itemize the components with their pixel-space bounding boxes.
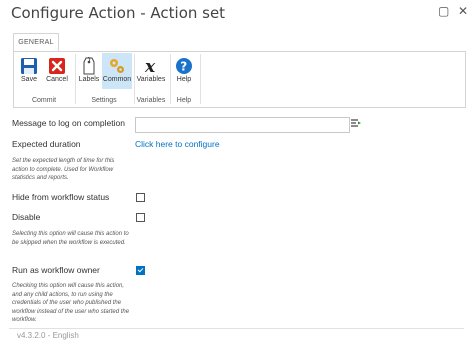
version-text: v4.3.2.0 - English — [17, 331, 79, 340]
close-button[interactable]: ✕ — [458, 4, 468, 18]
cancel-label: Cancel — [46, 76, 68, 83]
help-label: Help — [176, 76, 192, 83]
maximize-button[interactable]: ▢ — [438, 4, 449, 18]
expected-duration-label: Expected duration — [12, 139, 81, 149]
hide-from-status-checkbox[interactable] — [136, 193, 145, 202]
group-divider — [200, 54, 201, 104]
help-button[interactable]: ? Help — [171, 53, 197, 89]
ribbon-tabs: GENERAL — [13, 33, 464, 51]
message-input[interactable] — [135, 117, 350, 133]
svg-text:?: ? — [180, 60, 187, 74]
variable-x-icon: x — [144, 57, 156, 75]
cancel-icon — [49, 58, 65, 74]
dialog-title: Configure Action - Action set — [11, 4, 226, 22]
footer-divider — [9, 328, 464, 329]
help-icon: ? — [176, 58, 192, 74]
expected-duration-help: Set the expected length of time for this… — [12, 158, 115, 181]
ribbon-toolbar: Save Cancel Commit Labels Common Setting… — [13, 51, 466, 108]
save-button[interactable]: Save — [16, 53, 42, 89]
disable-label: Disable — [12, 212, 41, 222]
labels-button[interactable]: Labels — [76, 53, 102, 89]
run-as-owner-help: Checking this option will cause this act… — [12, 283, 130, 323]
run-as-owner-label: Run as workflow owner — [12, 265, 100, 275]
disable-help: Selecting this option will cause this ac… — [12, 231, 129, 246]
run-as-owner-checkbox[interactable] — [136, 266, 145, 275]
hide-from-status-label: Hide from workflow status — [12, 192, 110, 202]
title-bar: Configure Action - Action set ▢ ✕ — [0, 0, 474, 28]
common-label: Common — [102, 76, 132, 83]
insert-reference-icon[interactable] — [350, 118, 362, 128]
common-button[interactable]: Common — [102, 53, 132, 89]
gears-icon — [110, 59, 124, 73]
labels-label: Labels — [78, 76, 100, 83]
disable-checkbox[interactable] — [136, 213, 145, 222]
tag-icon — [83, 57, 95, 75]
group-label-commit: Commit — [31, 97, 57, 104]
svg-text:x: x — [144, 57, 156, 75]
cancel-button[interactable]: Cancel — [44, 53, 70, 89]
tab-general[interactable]: GENERAL — [13, 33, 59, 51]
variables-label: Variables — [136, 76, 166, 83]
group-label-settings: Settings — [91, 97, 117, 104]
message-label: Message to log on completion — [12, 118, 125, 128]
save-icon — [21, 58, 37, 74]
save-label: Save — [21, 76, 37, 83]
variables-button[interactable]: x Variables — [136, 53, 166, 89]
configure-link[interactable]: Click here to configure — [135, 139, 220, 149]
group-label-help: Help — [176, 97, 192, 104]
